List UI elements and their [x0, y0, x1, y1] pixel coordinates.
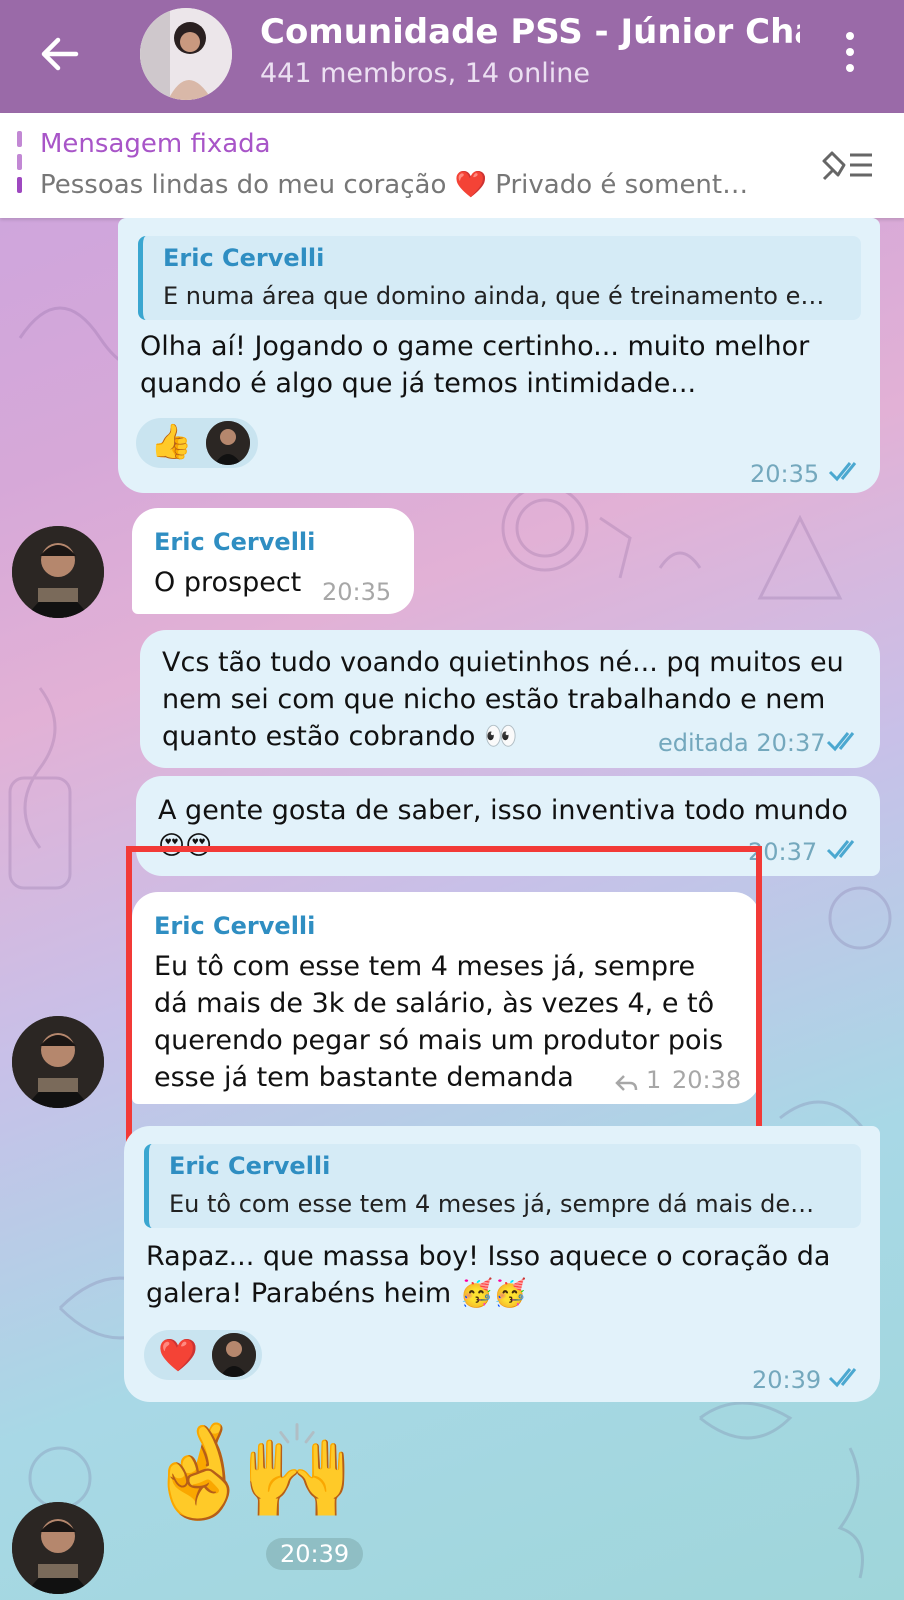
pinned-message-bar[interactable]: Mensagem fixada Pessoas lindas do meu co…	[0, 113, 904, 218]
pin-indicator	[17, 131, 22, 201]
message-text-line: Olha aí! Jogando o game certinho... muit…	[140, 331, 810, 362]
reply-quote[interactable]: Eric Cervelli Eu tô com esse tem 4 meses…	[144, 1144, 861, 1228]
double-check-icon	[828, 462, 857, 482]
message-text: O prospect	[154, 567, 302, 598]
message-outgoing[interactable]: Eric Cervelli Eu tô com esse tem 4 meses…	[124, 1126, 880, 1402]
message-text-line: galera! Parabéns heim 🥳🥳	[146, 1278, 527, 1309]
quote-text: Eu tô com esse tem 4 meses já, sempre dá…	[169, 1190, 815, 1218]
message-time: 20:35	[322, 578, 392, 606]
back-arrow-icon[interactable]	[36, 30, 84, 78]
message-text-line: quando é algo que já temos intimidade...	[140, 368, 697, 399]
user-avatar[interactable]	[12, 526, 104, 618]
reaction-emoji: 👍	[150, 422, 193, 462]
reaction-chip[interactable]: 👍	[136, 418, 258, 468]
chat-title[interactable]: Comunidade PSS - Júnior Cha	[260, 12, 800, 52]
message-text-line: nem sei com que nicho estão trabalhando …	[162, 684, 826, 715]
quote-sender: Eric Cervelli	[163, 244, 325, 272]
message-time: editada 20:37	[658, 729, 826, 757]
message-text-line: quanto estão cobrando 👀	[162, 721, 518, 752]
reaction-chip[interactable]: ❤️	[144, 1330, 262, 1380]
double-check-icon	[826, 840, 855, 860]
message-time: 20:39	[752, 1366, 822, 1394]
message-time: 20:35	[750, 460, 820, 488]
message-text-line: Vcs tão tudo voando quietinhos né... pq …	[162, 647, 844, 678]
group-avatar[interactable]	[140, 8, 232, 100]
reaction-user-avatar	[206, 421, 250, 465]
reaction-emoji: ❤️	[158, 1336, 198, 1374]
message-incoming[interactable]: Eric Cervelli O prospect 20:35	[132, 508, 414, 614]
message-text-line: Rapaz... que massa boy! Isso aquece o co…	[146, 1241, 831, 1272]
reaction-user-avatar	[212, 1333, 256, 1377]
pin-list-icon[interactable]	[818, 145, 876, 185]
message-time: 20:39	[266, 1538, 364, 1570]
message-outgoing[interactable]: Eric Cervelli E numa área que domino ain…	[118, 218, 880, 493]
reply-quote[interactable]: Eric Cervelli E numa área que domino ain…	[138, 236, 861, 320]
user-avatar[interactable]	[12, 1016, 104, 1108]
quote-text: E numa área que domino ainda, que é trei…	[163, 282, 825, 310]
message-outgoing[interactable]: Vcs tão tudo voando quietinhos né... pq …	[140, 630, 880, 768]
group-avatar-image	[140, 8, 232, 100]
more-vert-icon[interactable]	[838, 30, 862, 74]
double-check-icon	[828, 1368, 857, 1388]
member-count: 441 membros, 14 online	[260, 58, 591, 89]
user-avatar[interactable]	[12, 1502, 104, 1594]
highlight-box	[126, 846, 762, 1168]
pinned-label: Mensagem fixada	[40, 129, 271, 159]
double-check-icon	[826, 732, 855, 752]
pinned-text: Pessoas lindas do meu coração ❤️ Privado…	[40, 170, 749, 200]
quote-sender: Eric Cervelli	[169, 1152, 331, 1180]
message-text-line: A gente gosta de saber, isso inventiva t…	[158, 795, 848, 826]
chat-header: Comunidade PSS - Júnior Cha 441 membros,…	[0, 0, 904, 113]
emoji-message[interactable]: 🙌	[240, 1422, 355, 1522]
message-sender[interactable]: Eric Cervelli	[154, 528, 315, 556]
